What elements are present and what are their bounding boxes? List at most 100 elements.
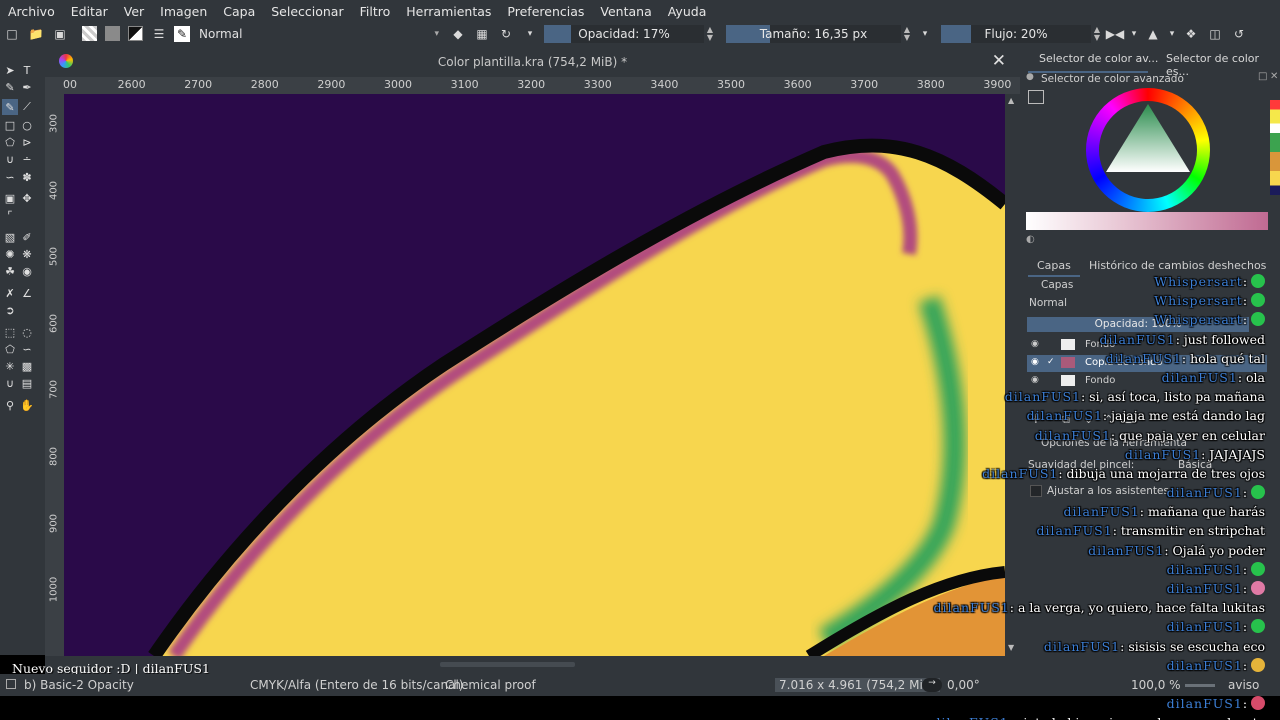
menu-item-capa[interactable]: Capa <box>215 4 263 19</box>
color-wheel[interactable] <box>1086 88 1210 212</box>
tab-undo-history[interactable]: Histórico de cambios deshechos <box>1089 259 1266 272</box>
flow-slider[interactable]: Flujo: 20% <box>941 24 1091 43</box>
bezier-select-tool-icon[interactable]: ∪ <box>2 375 18 391</box>
bezier-tool-icon[interactable]: ∪ <box>2 151 18 167</box>
eyedropper-tool-icon[interactable]: ✐ <box>19 229 35 245</box>
ruler-label: 2900 <box>317 78 346 91</box>
chat-text: que paja ver en celular <box>1119 427 1265 443</box>
reference-images-tool-icon[interactable]: ➲ <box>2 302 18 318</box>
chat-username: dilanFUS1 <box>1063 504 1140 520</box>
opacity-slider[interactable]: Opacidad: 17% <box>544 24 704 43</box>
polygon-select-tool-icon[interactable]: ⬠ <box>2 341 18 357</box>
float-panel-icon[interactable]: □ <box>1258 71 1267 82</box>
tab-advanced-color-selector[interactable]: Selector de color av... <box>1039 52 1158 65</box>
chat-message: dilanFUS1: transmitir en stripchat <box>1036 523 1265 539</box>
zoom-tool-icon[interactable]: ⚲ <box>2 397 18 413</box>
tab-layers[interactable]: Capas <box>1037 259 1071 272</box>
status-rotation[interactable]: 0,00° <box>947 678 980 692</box>
close-icon[interactable]: ✕ <box>992 51 1006 71</box>
color-settings-icon[interactable] <box>1028 90 1044 104</box>
colorize-mask-tool-icon[interactable]: ✺ <box>2 246 18 262</box>
enclose-fill-tool-icon[interactable]: ◉ <box>19 263 35 279</box>
multibrush-tool-icon[interactable]: ✽ <box>19 169 35 185</box>
color-history-strip[interactable] <box>1270 100 1280 195</box>
pattern-swatch[interactable] <box>105 26 120 41</box>
freehand-path-tool-icon[interactable]: ∸ <box>19 151 35 167</box>
brush-settings-icon[interactable]: ☰ <box>150 25 168 43</box>
blend-mode-select[interactable]: Normal ▾ <box>199 25 439 43</box>
color-triangle[interactable] <box>1086 88 1210 212</box>
contiguous-select-tool-icon[interactable]: ✳ <box>2 358 18 374</box>
opacity-spinner[interactable]: ▲ ▼ <box>704 25 716 42</box>
refresh-icon[interactable]: ◐ <box>1026 234 1035 245</box>
freehand-select-tool-icon[interactable]: ∽ <box>19 341 35 357</box>
scroll-up-arrow-icon[interactable]: ▲ <box>1008 96 1014 105</box>
zoom-slider[interactable] <box>1185 684 1215 687</box>
fill-tool-icon[interactable]: ☘ <box>2 263 18 279</box>
mirror-vertical-icon[interactable]: ▲ <box>1144 25 1162 43</box>
calligraphy-tool-icon[interactable]: ✒ <box>19 79 35 95</box>
chevron-down-icon[interactable]: ▾ <box>1168 25 1176 43</box>
ruler-label: 3300 <box>583 78 612 91</box>
menu-item-editar[interactable]: Editar <box>63 4 116 19</box>
lock-icon[interactable]: ● <box>1026 72 1034 82</box>
flow-spinner[interactable]: ▲ ▼ <box>1091 25 1103 42</box>
gradient-swatch[interactable] <box>82 26 97 41</box>
freehand-brush-tool-icon[interactable]: ✎ <box>2 99 18 115</box>
status-zoom[interactable]: 100,0 % <box>1131 678 1181 692</box>
pan-tool-icon[interactable]: ✋ <box>19 397 35 413</box>
move-tool-icon[interactable]: ✥ <box>19 190 35 206</box>
edit-shapes-tool-icon[interactable]: ✎ <box>2 79 18 95</box>
menu-item-ver[interactable]: Ver <box>116 4 152 19</box>
chevron-down-icon[interactable]: ▾ <box>916 25 934 43</box>
dynamic-brush-tool-icon[interactable]: ∽ <box>2 169 18 185</box>
preserve-alpha-icon[interactable]: ▦ <box>473 25 491 43</box>
menu-item-filtro[interactable]: Filtro <box>352 4 399 19</box>
polyline-tool-icon[interactable]: ⊳ <box>19 134 35 150</box>
line-tool-icon[interactable]: ⟋ <box>19 99 35 115</box>
menu-item-ventana[interactable]: Ventana <box>592 4 659 19</box>
similar-select-tool-icon[interactable]: ▩ <box>19 358 35 374</box>
reload-preset-icon[interactable]: ↻ <box>497 25 515 43</box>
measure-tool-icon[interactable]: ∠ <box>19 285 35 301</box>
gradient-tool-icon[interactable]: ▧ <box>2 229 18 245</box>
menu-item-herramientas[interactable]: Herramientas <box>398 4 499 19</box>
chevron-down-icon[interactable]: ▾ <box>1130 25 1138 43</box>
assistant-tool-icon[interactable]: ✗ <box>2 285 18 301</box>
new-document-icon[interactable]: □ <box>3 25 21 43</box>
magnetic-select-tool-icon[interactable]: ▤ <box>19 375 35 391</box>
transform-tool-icon[interactable]: ▣ <box>2 190 18 206</box>
close-panel-icon[interactable]: ✕ <box>1270 71 1278 82</box>
drawing-canvas[interactable] <box>64 94 1005 656</box>
rectangle-tool-icon[interactable]: □ <box>2 117 18 133</box>
brush-preset-icon[interactable]: ✎ <box>174 25 190 42</box>
workspace-icon[interactable]: ◫ <box>1206 25 1224 43</box>
select-shapes-tool-icon[interactable]: ➤ <box>2 62 18 78</box>
document-tab[interactable]: Color plantilla.kra (754,2 MiB) * ✕ <box>45 45 1020 77</box>
menu-item-archivo[interactable]: Archivo <box>0 4 63 19</box>
chat-emote-icon <box>1251 696 1265 711</box>
open-document-icon[interactable]: 📁 <box>27 25 45 43</box>
rectangle-select-tool-icon[interactable]: ⬚ <box>2 324 18 340</box>
undo-icon[interactable]: ↺ <box>1230 25 1248 43</box>
crop-tool-icon[interactable]: ⌜ <box>2 207 18 223</box>
scroll-handle[interactable] <box>440 662 575 667</box>
ellipse-select-tool-icon[interactable]: ◌ <box>19 324 35 340</box>
ellipse-tool-icon[interactable]: ○ <box>19 117 35 133</box>
size-spinner[interactable]: ▲ ▼ <box>901 25 913 42</box>
mirror-horizontal-icon[interactable]: ▶◀ <box>1106 25 1124 43</box>
chevron-down-icon[interactable]: ▾ <box>521 25 539 43</box>
opacity-strip[interactable] <box>1026 212 1268 230</box>
size-slider[interactable]: Tamaño: 16,35 px <box>726 24 901 43</box>
menu-item-ayuda[interactable]: Ayuda <box>660 4 715 19</box>
fg-bg-color-swatch[interactable] <box>128 26 143 41</box>
text-tool-icon[interactable]: T <box>19 62 35 78</box>
eraser-mode-icon[interactable]: ◆ <box>449 25 467 43</box>
polygon-tool-icon[interactable]: ⬠ <box>2 134 18 150</box>
menu-item-seleccionar[interactable]: Seleccionar <box>263 4 351 19</box>
menu-item-imagen[interactable]: Imagen <box>152 4 215 19</box>
smart-patch-tool-icon[interactable]: ❋ <box>19 246 35 262</box>
menu-item-preferencias[interactable]: Preferencias <box>499 4 592 19</box>
wrap-around-icon[interactable]: ❖ <box>1182 25 1200 43</box>
save-icon[interactable]: ▣ <box>51 25 69 43</box>
